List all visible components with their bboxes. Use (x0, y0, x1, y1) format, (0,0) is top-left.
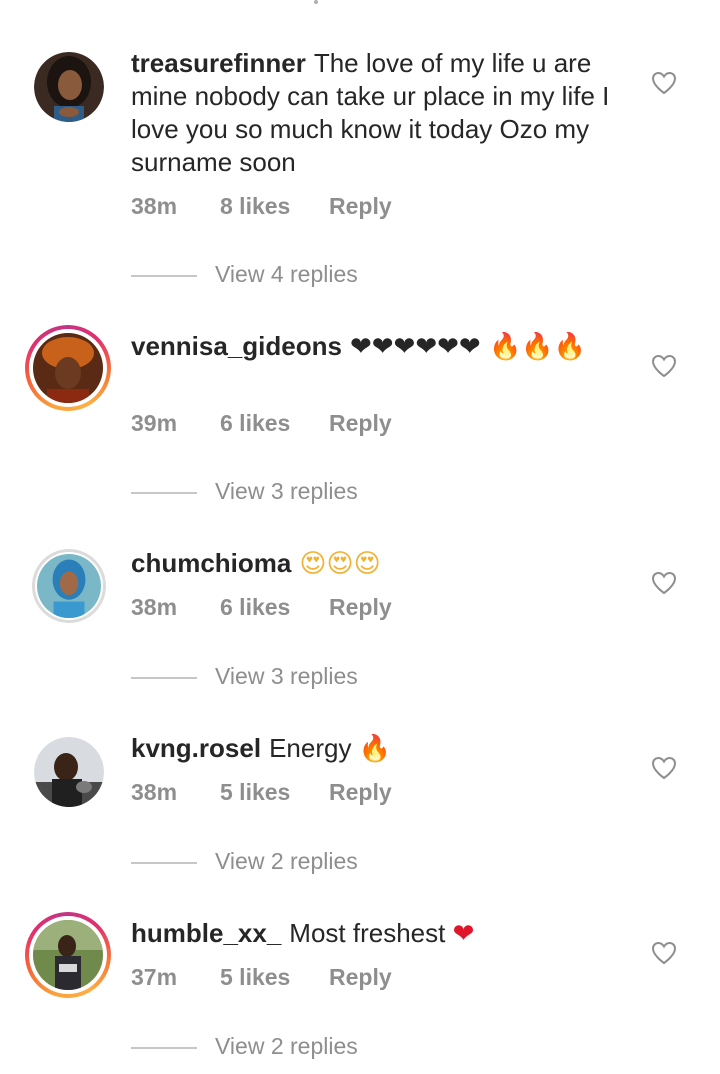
replies-divider (131, 492, 197, 494)
view-replies-label: View 3 replies (215, 663, 358, 689)
comment-body: kvng.rosel Energy 🔥 (131, 732, 631, 766)
comment-time: 39m (131, 410, 178, 436)
replies-divider (131, 862, 197, 864)
story-ring (35, 552, 103, 620)
fire-emoji-icon: 🔥🔥🔥 (488, 332, 587, 362)
reply-button[interactable]: Reply (329, 410, 392, 437)
avatar-image (34, 737, 104, 807)
heart-outline-icon[interactable] (651, 941, 677, 965)
comment-text: Most freshest (289, 918, 446, 948)
view-replies-label: View 3 replies (215, 478, 358, 504)
comment-username[interactable]: chumchioma (131, 548, 291, 578)
reply-button[interactable]: Reply (329, 193, 392, 220)
avatar-image (33, 333, 103, 403)
avatar[interactable] (32, 549, 106, 623)
comment-time: 38m (131, 594, 178, 620)
heart-eyes-emoji-icon: 😍😍😍 (299, 549, 381, 579)
story-ring (29, 916, 107, 994)
comments-screen: treasurefinner The love of my life u are … (0, 0, 720, 1074)
comment-time: 38m (131, 779, 178, 805)
comment-emojis: ❤❤❤❤❤❤ 🔥🔥🔥 (350, 332, 586, 362)
comment-body: treasurefinner The love of my life u are … (131, 47, 631, 179)
comment-likes[interactable]: 6 likes (220, 410, 290, 437)
heart-outline-icon[interactable] (651, 756, 677, 780)
comment-time: 38m (131, 193, 178, 219)
heart-emoji-icon: ❤ (452, 919, 475, 949)
comment-username[interactable]: treasurefinner (131, 48, 306, 78)
story-ring (29, 329, 107, 407)
reply-button[interactable]: Reply (329, 964, 392, 991)
heart-emoji-icon: ❤❤❤❤❤❤ (349, 332, 481, 362)
comment-body: humble_xx_ Most freshest ❤ (131, 917, 631, 951)
avatar-image (33, 920, 103, 990)
comment-likes[interactable]: 6 likes (220, 594, 290, 621)
view-replies-label: View 4 replies (215, 261, 358, 287)
heart-outline-icon[interactable] (651, 354, 677, 378)
avatar[interactable] (25, 325, 111, 411)
replies-divider (131, 275, 197, 277)
reply-button[interactable]: Reply (329, 779, 392, 806)
comment-text: Energy (269, 733, 352, 763)
comment-time: 37m (131, 964, 178, 990)
heart-outline-icon[interactable] (651, 71, 677, 95)
heart-outline-icon[interactable] (651, 571, 677, 595)
comment-body: chumchioma 😍😍😍 (131, 547, 631, 581)
comment-body: vennisa_gideons ❤❤❤❤❤❤ 🔥🔥🔥 (131, 330, 631, 364)
comment-likes[interactable]: 5 likes (220, 779, 290, 806)
avatar[interactable] (25, 912, 111, 998)
replies-divider (131, 1047, 197, 1049)
avatar[interactable] (34, 52, 104, 122)
avatar-image (34, 52, 104, 122)
avatar-image (37, 554, 101, 618)
comment-username[interactable]: kvng.rosel (131, 733, 261, 763)
replies-divider (131, 677, 197, 679)
comment-likes[interactable]: 8 likes (220, 193, 290, 220)
comment-username[interactable]: vennisa_gideons (131, 331, 342, 361)
avatar[interactable] (34, 737, 104, 807)
reply-button[interactable]: Reply (329, 594, 392, 621)
scroll-indicator (314, 0, 318, 4)
view-replies-label: View 2 replies (215, 1033, 358, 1059)
comment-likes[interactable]: 5 likes (220, 964, 290, 991)
view-replies-label: View 2 replies (215, 848, 358, 874)
comment-username[interactable]: humble_xx_ (131, 918, 281, 948)
fire-emoji-icon: 🔥 (358, 734, 392, 764)
